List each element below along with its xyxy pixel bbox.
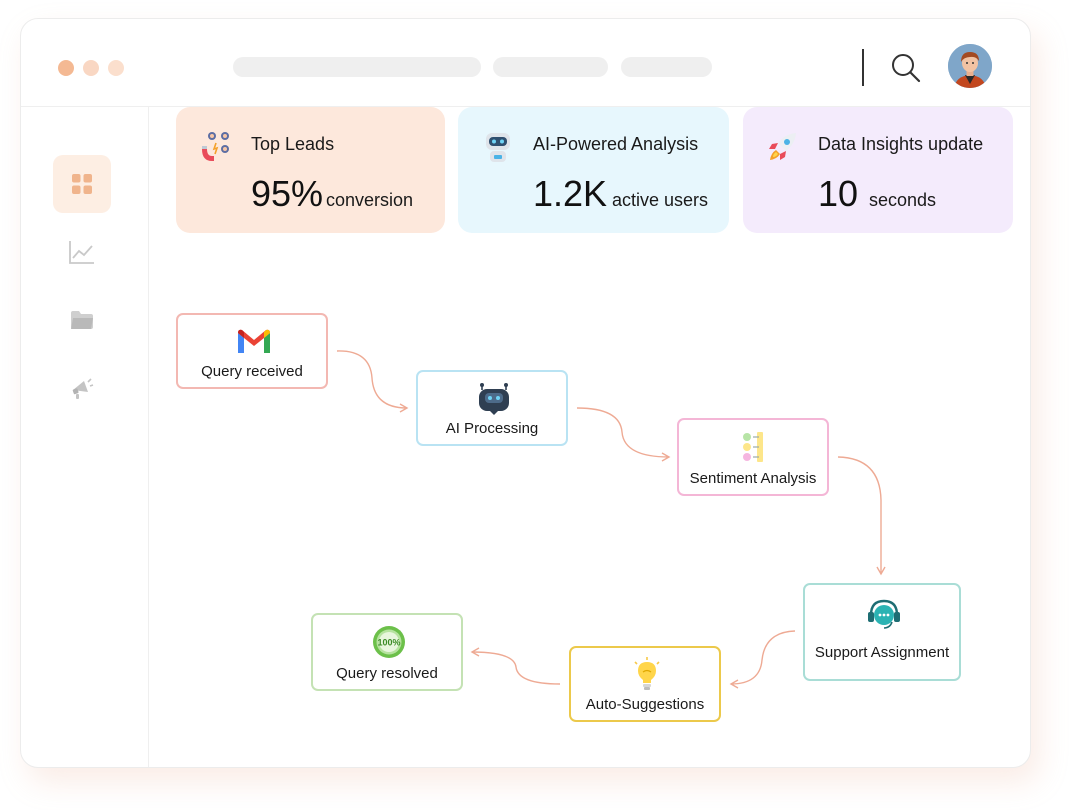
flow-node-auto-suggestions[interactable]: Auto-Suggestions: [569, 646, 721, 722]
card-unit: active users: [612, 190, 709, 210]
robot-chat-icon: [479, 383, 509, 415]
flow-node-query-resolved[interactable]: 100% Query resolved: [311, 613, 463, 691]
sidebar-item-files[interactable]: [53, 291, 111, 349]
100-percent-icon: 100%: [373, 626, 405, 658]
flow-node-label: Query received: [201, 363, 303, 380]
sidebar-item-campaigns[interactable]: [53, 359, 111, 417]
tab-placeholder-1[interactable]: [493, 57, 608, 77]
title-bar: [21, 19, 1030, 107]
dashboard-grid-icon: [72, 174, 92, 194]
card-title: AI-Powered Analysis: [533, 134, 699, 154]
rocket-icon: [769, 133, 796, 160]
sentiment-list-icon: [743, 432, 763, 462]
avatar-illustration: [948, 44, 992, 88]
flow-node-sentiment-analysis[interactable]: Sentiment Analysis: [677, 418, 829, 496]
search-icon[interactable]: [889, 51, 923, 85]
flow-node-label: Query resolved: [336, 665, 438, 682]
flow-node-query-received[interactable]: Query received: [176, 313, 328, 389]
header-divider: [862, 49, 864, 86]
card-unit: seconds: [869, 190, 937, 210]
flow-node-label: AI Processing: [445, 420, 539, 437]
sidebar-item-dashboard[interactable]: [53, 155, 111, 213]
flow-node-label: Sentiment Analysis: [689, 470, 817, 487]
sidebar-item-analytics[interactable]: [53, 223, 111, 281]
line-chart-icon: [69, 241, 94, 264]
tab-placeholder-2[interactable]: [621, 57, 712, 77]
window-minimize-dot[interactable]: [83, 60, 99, 76]
flow-node-label: Support Assignment: [814, 644, 950, 661]
card-title: Top Leads: [251, 134, 335, 154]
stat-card-top-leads[interactable]: Top Leads 95% conversion: [176, 107, 445, 233]
card-unit: conversion: [326, 190, 414, 210]
user-avatar[interactable]: [948, 44, 992, 88]
lightbulb-icon: [634, 657, 660, 690]
flow-node-support-assignment[interactable]: Support Assignment: [803, 583, 961, 681]
flow-node-ai-processing[interactable]: AI Processing: [416, 370, 568, 446]
window-maximize-dot[interactable]: [108, 60, 124, 76]
gmail-icon: [238, 329, 270, 353]
card-value: 10: [818, 173, 859, 214]
sidebar: [21, 107, 149, 767]
card-value: 1.2K: [533, 173, 608, 214]
headset-chat-icon: [868, 599, 900, 629]
robot-icon: [486, 133, 510, 162]
card-title: Data Insights update: [818, 134, 984, 154]
megaphone-icon: [72, 378, 94, 399]
card-value: 95%: [251, 173, 324, 214]
folder-icon: [71, 311, 93, 329]
stat-card-ai-analysis[interactable]: AI-Powered Analysis 1.2K active users: [458, 107, 729, 233]
stat-card-data-insights[interactable]: Data Insights update 10 seconds: [743, 107, 1013, 233]
svg-text:100%: 100%: [377, 638, 400, 648]
address-bar-placeholder[interactable]: [233, 57, 481, 77]
magnet-users-icon: [202, 132, 229, 161]
window-close-dot[interactable]: [58, 60, 74, 76]
flow-node-label: Auto-Suggestions: [585, 696, 705, 713]
